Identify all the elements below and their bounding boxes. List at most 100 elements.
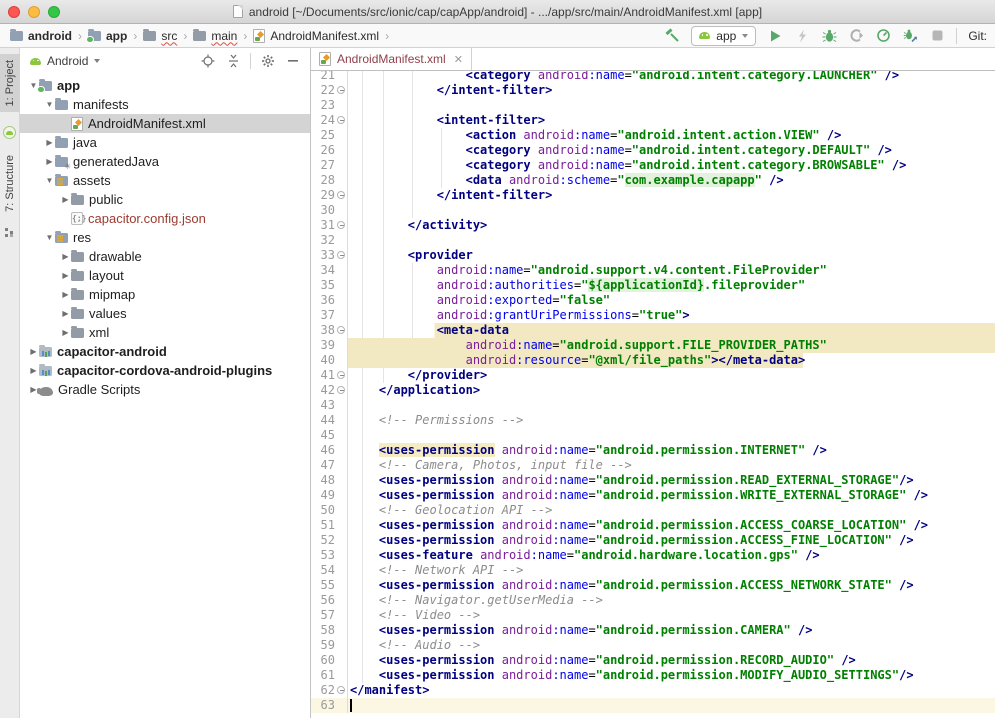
breadcrumb-item-androidmanifest-xml[interactable]: AndroidManifest.xml	[253, 29, 379, 43]
collapse-arrow-icon[interactable]: ▶	[44, 138, 55, 147]
code-line-56[interactable]: 56 <!-- Navigator.getUserMedia -->	[311, 593, 995, 608]
zoom-button[interactable]	[48, 6, 60, 18]
tree-item-public[interactable]: ▶public	[20, 190, 310, 209]
code-line-58[interactable]: 58 <uses-permission android:name="androi…	[311, 623, 995, 638]
expand-arrow-icon[interactable]: ▼	[44, 233, 55, 242]
fold-icon[interactable]	[337, 191, 345, 199]
code-line-41[interactable]: 41 </provider>	[311, 368, 995, 383]
code-line-59[interactable]: 59 <!-- Audio -->	[311, 638, 995, 653]
tab-androidmanifest[interactable]: AndroidManifest.xml ✕	[311, 48, 472, 70]
tree-item-capacitor-android[interactable]: ▶capacitor-android	[20, 342, 310, 361]
debug-button[interactable]	[821, 28, 837, 44]
code-line-48[interactable]: 48 <uses-permission android:name="androi…	[311, 473, 995, 488]
collapse-arrow-icon[interactable]: ▶	[60, 252, 71, 261]
run-with-coverage-icon[interactable]	[848, 28, 864, 44]
code-line-34[interactable]: 34 android:name="android.support.v4.cont…	[311, 263, 995, 278]
code-line-40[interactable]: 40 android:resource="@xml/file_paths"></…	[311, 353, 995, 368]
android-view-icon[interactable]	[3, 126, 16, 139]
tree-item-app[interactable]: ▼app	[20, 76, 310, 95]
code-line-24[interactable]: 24 <intent-filter>	[311, 113, 995, 128]
code-line-53[interactable]: 53 <uses-feature android:name="android.h…	[311, 548, 995, 563]
collapse-arrow-icon[interactable]: ▶	[60, 309, 71, 318]
tree-item-capacitor-cordova-android-plugins[interactable]: ▶capacitor-cordova-android-plugins	[20, 361, 310, 380]
code-line-21[interactable]: 21 <category android:name="android.inten…	[311, 71, 995, 83]
tree-item-manifests[interactable]: ▼manifests	[20, 95, 310, 114]
collapse-arrow-icon[interactable]: ▶	[60, 271, 71, 280]
tree-item-gradle-scripts[interactable]: ▶Gradle Scripts	[20, 380, 310, 399]
code-line-35[interactable]: 35 android:authorities="${applicationId}…	[311, 278, 995, 293]
run-configuration-select[interactable]: app	[691, 26, 756, 46]
expand-arrow-icon[interactable]: ▼	[44, 100, 55, 109]
structure-icon[interactable]	[5, 228, 14, 237]
tree-item-mipmap[interactable]: ▶mipmap	[20, 285, 310, 304]
tree-item-capacitor-config-json[interactable]: {;}capacitor.config.json	[20, 209, 310, 228]
tree-item-androidmanifest-xml[interactable]: AndroidManifest.xml	[20, 114, 310, 133]
fold-icon[interactable]	[337, 86, 345, 94]
stop-button[interactable]	[929, 28, 945, 44]
collapse-arrow-icon[interactable]: ▶	[60, 290, 71, 299]
locate-file-icon[interactable]	[200, 53, 216, 69]
code-line-30[interactable]: 30	[311, 203, 995, 218]
code-line-63[interactable]: 63	[311, 698, 995, 713]
code-line-27[interactable]: 27 <category android:name="android.inten…	[311, 158, 995, 173]
gear-icon[interactable]	[260, 53, 276, 69]
code-line-52[interactable]: 52 <uses-permission android:name="androi…	[311, 533, 995, 548]
code-line-33[interactable]: 33 <provider	[311, 248, 995, 263]
breadcrumb-item-app[interactable]: app	[88, 29, 127, 43]
tree-item-xml[interactable]: ▶xml	[20, 323, 310, 342]
chevron-down-icon[interactable]	[94, 59, 100, 63]
collapse-arrow-icon[interactable]: ▶	[60, 195, 71, 204]
apply-changes-icon[interactable]	[794, 28, 810, 44]
collapse-arrow-icon[interactable]: ▶	[44, 157, 55, 166]
code-line-42[interactable]: 42 </application>	[311, 383, 995, 398]
code-editor[interactable]: 21 <category android:name="android.inten…	[311, 71, 995, 718]
tree-item-assets[interactable]: ▼assets	[20, 171, 310, 190]
build-hammer-icon[interactable]	[664, 28, 680, 44]
code-line-60[interactable]: 60 <uses-permission android:name="androi…	[311, 653, 995, 668]
hide-panel-icon[interactable]	[285, 53, 301, 69]
fold-icon[interactable]	[337, 251, 345, 259]
breadcrumb-item-src[interactable]: src	[143, 29, 177, 43]
code-line-36[interactable]: 36 android:exported="false"	[311, 293, 995, 308]
code-line-25[interactable]: 25 <action android:name="android.intent.…	[311, 128, 995, 143]
code-line-54[interactable]: 54 <!-- Network API -->	[311, 563, 995, 578]
breadcrumb-item-main[interactable]: main	[193, 29, 237, 43]
code-line-45[interactable]: 45	[311, 428, 995, 443]
code-line-57[interactable]: 57 <!-- Video -->	[311, 608, 995, 623]
expand-arrow-icon[interactable]: ▼	[44, 176, 55, 185]
profiler-button[interactable]	[875, 28, 891, 44]
code-line-23[interactable]: 23	[311, 98, 995, 113]
project-view-selector[interactable]: Android	[47, 54, 88, 68]
code-line-37[interactable]: 37 android:grantUriPermissions="true">	[311, 308, 995, 323]
fold-icon[interactable]	[337, 686, 345, 694]
collapse-arrow-icon[interactable]: ▶	[28, 347, 39, 356]
code-line-29[interactable]: 29 </intent-filter>	[311, 188, 995, 203]
tree-item-java[interactable]: ▶java	[20, 133, 310, 152]
code-line-62[interactable]: 62</manifest>	[311, 683, 995, 698]
tool-window-structure-button[interactable]: 7: Structure	[0, 149, 20, 218]
fold-icon[interactable]	[337, 386, 345, 394]
minimize-button[interactable]	[28, 6, 40, 18]
tree-item-drawable[interactable]: ▶drawable	[20, 247, 310, 266]
code-line-50[interactable]: 50 <!-- Geolocation API -->	[311, 503, 995, 518]
tool-window-project-button[interactable]: 1: Project	[0, 54, 20, 112]
code-line-47[interactable]: 47 <!-- Camera, Photos, input file -->	[311, 458, 995, 473]
tree-item-res[interactable]: ▼res	[20, 228, 310, 247]
run-button[interactable]	[767, 28, 783, 44]
fold-icon[interactable]	[337, 326, 345, 334]
breadcrumb-item-android[interactable]: android	[10, 29, 72, 43]
code-line-22[interactable]: 22 </intent-filter>	[311, 83, 995, 98]
tree-item-layout[interactable]: ▶layout	[20, 266, 310, 285]
code-line-51[interactable]: 51 <uses-permission android:name="androi…	[311, 518, 995, 533]
fold-icon[interactable]	[337, 221, 345, 229]
close-button[interactable]	[8, 6, 20, 18]
code-line-32[interactable]: 32	[311, 233, 995, 248]
code-line-61[interactable]: 61 <uses-permission android:name="androi…	[311, 668, 995, 683]
collapse-arrow-icon[interactable]: ▶	[60, 328, 71, 337]
code-line-31[interactable]: 31 </activity>	[311, 218, 995, 233]
collapse-arrow-icon[interactable]: ▶	[28, 366, 39, 375]
collapse-all-icon[interactable]	[225, 53, 241, 69]
close-icon[interactable]: ✕	[454, 53, 463, 66]
code-line-39[interactable]: 39 android:name="android.support.FILE_PR…	[311, 338, 995, 353]
code-line-43[interactable]: 43	[311, 398, 995, 413]
